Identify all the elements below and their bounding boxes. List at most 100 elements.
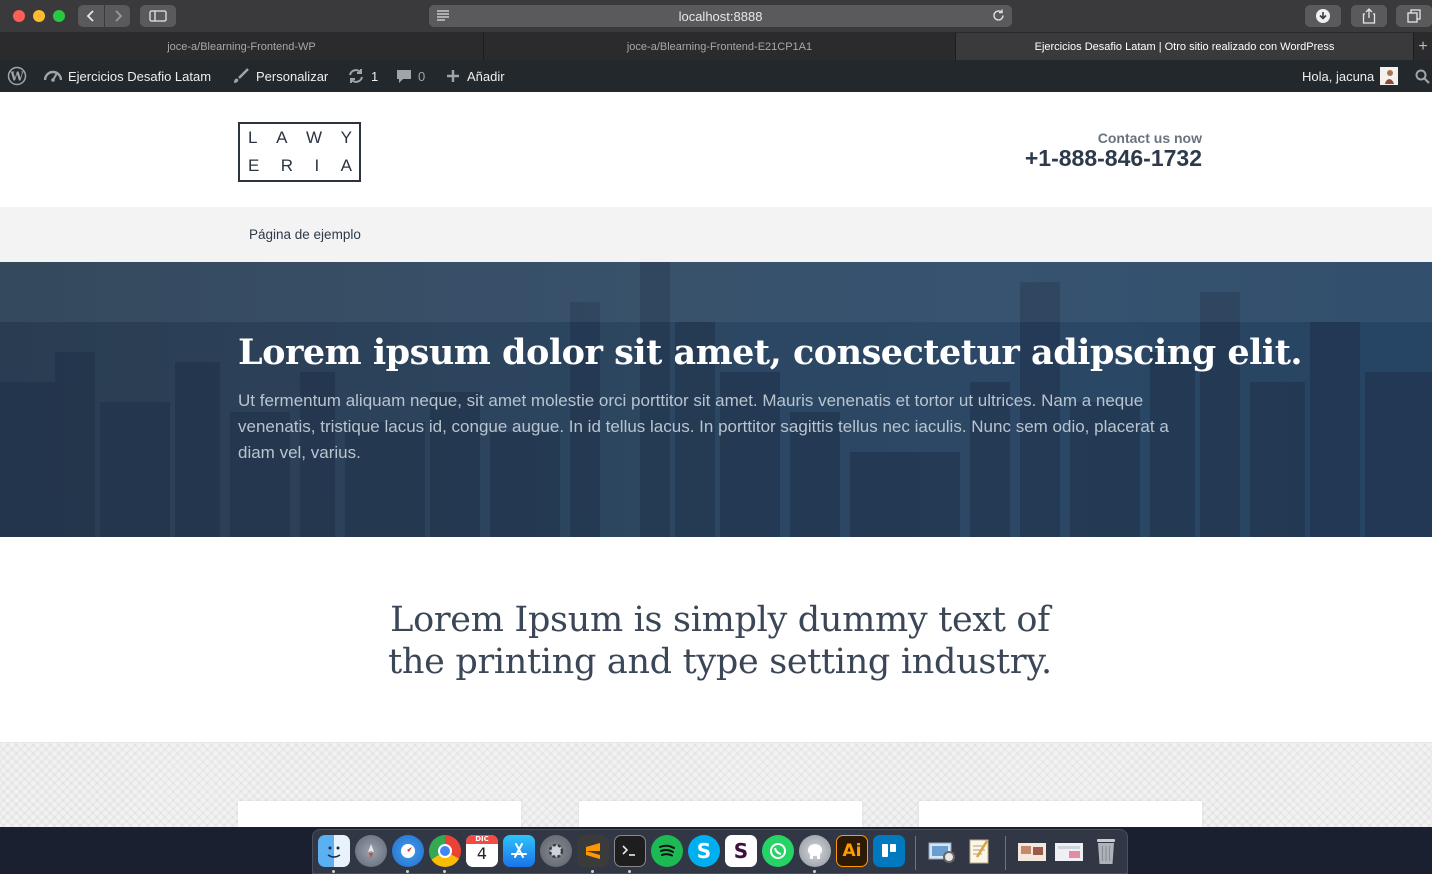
- tab-joce-wp[interactable]: joce-a/Blearning-Frontend-WP: [0, 33, 484, 60]
- share-icon: [1362, 8, 1376, 24]
- site-logo[interactable]: L A W Y E R I A: [238, 122, 361, 182]
- plus-icon: [447, 70, 459, 82]
- svg-text:W: W: [9, 70, 24, 84]
- site-name: Ejercicios Desafio Latam: [68, 68, 212, 84]
- customize-label: Personalizar: [256, 68, 329, 84]
- launchpad-icon[interactable]: [355, 835, 387, 867]
- add-new-label: Añadir: [467, 68, 505, 84]
- comment-icon: [397, 70, 411, 83]
- dock-separator: [915, 836, 916, 870]
- logo-letter: W: [306, 128, 323, 147]
- hero-title: Lorem ipsum dolor sit amet, consectetur …: [238, 332, 1303, 373]
- tab-joce-e21[interactable]: joce-a/Blearning-Frontend-E21CP1A1: [484, 33, 956, 60]
- updates-icon: [349, 69, 363, 83]
- calendar-day: 4: [476, 844, 488, 863]
- running-indicator: [628, 870, 631, 873]
- features-section: [0, 742, 1432, 827]
- close-window-button[interactable]: [13, 10, 25, 22]
- sublime-text-icon[interactable]: [577, 835, 609, 867]
- web-page: L A W Y E R I A Contact us now +1-888-84…: [0, 92, 1432, 827]
- illustrator-icon[interactable]: Ai: [836, 835, 868, 867]
- calendar-icon[interactable]: DIC 4: [466, 835, 498, 867]
- share-button[interactable]: [1351, 5, 1387, 27]
- system-preferences-icon[interactable]: [540, 835, 572, 867]
- dock: DIC 4 S S Ai: [312, 829, 1128, 874]
- hero-paragraph: Ut fermentum aliquam neque, sit amet mol…: [238, 391, 1169, 462]
- dashboard-icon: [44, 70, 62, 82]
- chevron-right-icon: [114, 10, 122, 22]
- intro-heading: Lorem Ipsum is simply dummy text of the …: [388, 600, 1052, 682]
- screenshots-folder-icon[interactable]: [1053, 835, 1085, 867]
- logo-letter: Y: [340, 128, 352, 147]
- app-store-icon[interactable]: [503, 835, 535, 867]
- contact-label: Contact us now: [1097, 130, 1202, 146]
- nav-item-pagina-de-ejemplo[interactable]: Página de ejemplo: [249, 227, 361, 242]
- my-account-menu[interactable]: Hola, jacuna: [1302, 60, 1399, 92]
- hero-banner: Lorem ipsum dolor sit amet, consectetur …: [0, 262, 1432, 537]
- add-new-menu[interactable]: Añadir: [445, 60, 505, 92]
- finder-icon[interactable]: [318, 835, 350, 867]
- running-indicator: [406, 870, 409, 873]
- greeting: Hola, jacuna: [1302, 68, 1375, 84]
- tab-overview-button[interactable]: [1396, 5, 1432, 27]
- logo-row-bottom: E R I A: [240, 156, 359, 176]
- reload-icon[interactable]: [991, 8, 1006, 23]
- customize-link[interactable]: Personalizar: [232, 60, 328, 92]
- chrome-icon[interactable]: [429, 835, 461, 867]
- slack-icon[interactable]: S: [725, 835, 757, 867]
- minimize-window-button[interactable]: [33, 10, 45, 22]
- dock-separator: [1005, 836, 1006, 870]
- fullscreen-window-button[interactable]: [53, 10, 65, 22]
- feature-card: [579, 801, 862, 827]
- tab-ejercicios[interactable]: Ejercicios Desafio Latam | Otro sitio re…: [956, 33, 1414, 60]
- address-bar[interactable]: localhost:8888: [429, 5, 1012, 27]
- tab-label: Ejercicios Desafio Latam | Otro sitio re…: [1034, 40, 1335, 53]
- logo-letter: A: [276, 128, 288, 147]
- new-tab-button[interactable]: +: [1414, 33, 1432, 60]
- avatar: [1380, 67, 1399, 85]
- preview-icon[interactable]: [926, 835, 958, 867]
- calendar-month: DIC: [466, 835, 498, 844]
- spotify-icon[interactable]: [651, 835, 683, 867]
- logo-letter: R: [280, 156, 294, 175]
- downloads-button[interactable]: [1305, 5, 1341, 27]
- forward-button[interactable]: [104, 5, 130, 27]
- sequel-pro-icon[interactable]: [799, 835, 831, 867]
- history-nav: [78, 5, 130, 27]
- sidebar-icon: [149, 10, 167, 22]
- running-indicator: [332, 870, 335, 873]
- site-header: L A W Y E R I A Contact us now +1-888-84…: [0, 92, 1432, 207]
- wordpress-menu[interactable]: W: [7, 60, 27, 92]
- trello-icon[interactable]: [873, 835, 905, 867]
- wordpress-icon: W: [7, 66, 27, 86]
- site-name-menu[interactable]: Ejercicios Desafio Latam: [44, 60, 211, 92]
- photos-folder-icon[interactable]: [1016, 835, 1048, 867]
- logo-letter: A: [340, 156, 352, 175]
- textedit-icon[interactable]: [963, 835, 995, 867]
- skype-icon[interactable]: S: [688, 835, 720, 867]
- terminal-icon[interactable]: [614, 835, 646, 867]
- logo-letter: L: [248, 128, 258, 147]
- trash-icon[interactable]: [1090, 835, 1122, 867]
- tabs-icon: [1407, 9, 1421, 23]
- search-icon: [1415, 69, 1430, 84]
- tab-label: joce-a/Blearning-Frontend-E21CP1A1: [626, 40, 813, 53]
- intro-section: Lorem Ipsum is simply dummy text of the …: [0, 537, 1432, 742]
- admin-search[interactable]: [1415, 60, 1430, 92]
- updates-link[interactable]: 1: [347, 60, 378, 92]
- logo-row-top: L A W Y: [240, 128, 359, 148]
- browser-titlebar: localhost:8888: [0, 0, 1432, 33]
- whatsapp-icon[interactable]: [762, 835, 794, 867]
- running-indicator: [813, 870, 816, 873]
- main-navigation: Página de ejemplo: [0, 207, 1432, 262]
- contact-phone[interactable]: +1-888-846-1732: [1025, 145, 1202, 172]
- sidebar-toggle-button[interactable]: [140, 5, 176, 27]
- feature-card: [238, 801, 521, 827]
- tab-strip: joce-a/Blearning-Frontend-WP joce-a/Blea…: [0, 33, 1432, 60]
- updates-count: 1: [371, 68, 379, 84]
- back-button[interactable]: [78, 5, 104, 27]
- logo-letter: I: [314, 156, 320, 175]
- comments-link[interactable]: 0: [396, 60, 425, 92]
- safari-icon[interactable]: [392, 835, 424, 867]
- brush-icon: [234, 68, 249, 83]
